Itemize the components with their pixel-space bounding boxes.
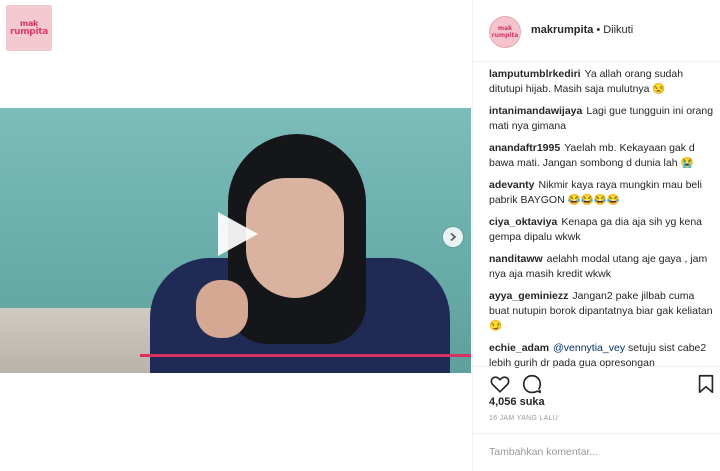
avatar-logo-line2: rumpita — [491, 32, 519, 39]
comment-item: nanditaww aelahh modal utang aje gaya , j… — [489, 252, 715, 282]
instagram-post: mak rumpita mak rumpita makrumpita • Diiku… — [0, 0, 720, 471]
comment-item: intanimandawijaya Lagi gue tungguin ini o… — [489, 104, 715, 134]
avatar-logo-line1: mak — [497, 25, 513, 32]
post-username[interactable]: makrumpita — [531, 24, 593, 36]
comment-item: ayya_geminiezz Jangan2 pake jilbab cuma b… — [489, 289, 715, 334]
heart-icon[interactable] — [489, 373, 511, 395]
play-icon[interactable] — [212, 210, 260, 258]
comment-mention[interactable]: @vennytia_vey — [553, 342, 625, 354]
post-timestamp: 16 JAM YANG LALU — [489, 415, 559, 422]
comment-item: lamputumblrkediri Ya allah orang sudah di… — [489, 67, 715, 97]
comment-item: adevanty Nikmir kaya raya mungkin mau bel… — [489, 178, 715, 208]
comment-list: lamputumblrkediri Ya allah orang sudah di… — [489, 67, 715, 378]
avatar[interactable]: mak rumpita — [489, 16, 521, 48]
comment-username[interactable]: ciya_oktaviya — [489, 216, 557, 228]
post-header-line: makrumpita • Diikuti — [531, 24, 633, 36]
comment-username[interactable]: lamputumblrkediri — [489, 68, 581, 80]
site-logo-line2: rumpita — [9, 27, 49, 37]
comment-item: anandaftr1995 Yaelah mb. Kekayaan gak d b… — [489, 141, 715, 171]
add-comment-section — [473, 433, 720, 471]
post-sidebar: mak rumpita makrumpita • Diikuti lamputumb… — [473, 0, 720, 471]
comment-username[interactable]: anandaftr1995 — [489, 142, 560, 154]
like-count[interactable]: 4,056 suka — [489, 396, 545, 408]
video-frame-face — [246, 178, 344, 298]
comment-username[interactable]: echie_adam — [489, 342, 549, 354]
next-media-button[interactable] — [443, 227, 463, 247]
bookmark-icon[interactable] — [695, 373, 717, 395]
header-separator: • — [596, 24, 601, 36]
action-bar — [473, 366, 720, 395]
comment-username[interactable]: nanditaww — [489, 253, 543, 265]
comment-username[interactable]: intanimandawijaya — [489, 105, 582, 117]
comment-icon[interactable] — [521, 373, 543, 395]
video-frame-hand — [196, 280, 248, 338]
site-logo: mak rumpita — [6, 5, 52, 51]
comment-username[interactable]: adevanty — [489, 179, 535, 191]
comment-username[interactable]: ayya_geminiezz — [489, 290, 568, 302]
video-progress-bar — [140, 354, 471, 357]
chevron-right-icon — [450, 232, 457, 242]
comment-input[interactable] — [489, 442, 709, 462]
follow-status-button[interactable]: Diikuti — [603, 24, 633, 36]
post-header: mak rumpita makrumpita • Diikuti — [473, 0, 720, 62]
comment-item: ciya_oktaviya Kenapa ga dia aja sih yg ke… — [489, 215, 715, 245]
